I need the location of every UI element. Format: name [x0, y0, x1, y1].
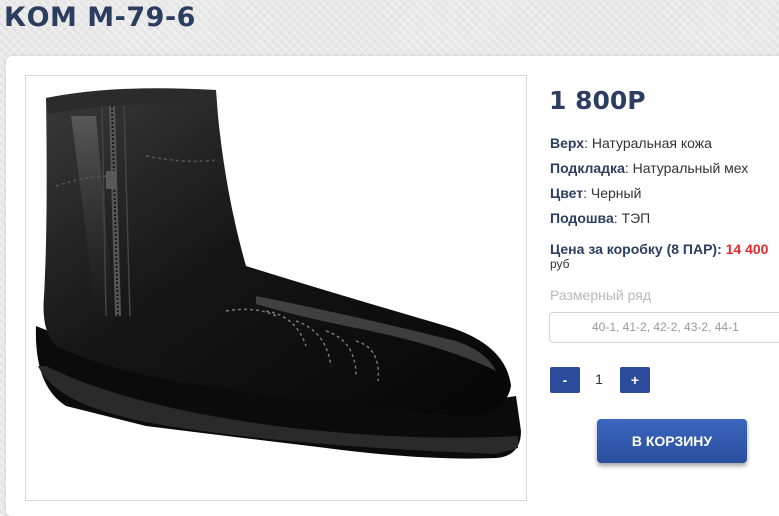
box-price-amount: 14 400	[725, 241, 769, 257]
box-price-currency: руб	[550, 257, 570, 271]
product-price: 1 800Р	[549, 86, 646, 115]
add-to-cart-button[interactable]: В КОРЗИНУ	[597, 419, 747, 463]
spec-value: : Натуральная кожа	[584, 135, 712, 151]
size-range-value: 40-1, 41-2, 42-2, 43-2, 44-1	[592, 320, 739, 334]
spec-label: Подошва	[550, 210, 614, 226]
quantity-plus-button[interactable]: +	[620, 367, 650, 393]
product-image[interactable]	[25, 75, 527, 501]
box-price: Цена за коробку (8 ПАР): 14 400	[550, 241, 768, 257]
size-range-label: Размерный ряд	[550, 287, 652, 303]
spec-value: : Черный	[583, 185, 642, 201]
product-title: КОМ М-79-6	[4, 2, 196, 33]
spec-value: : Натуральный мех	[624, 160, 749, 176]
spec-lining: Подкладка: Натуральный мех	[550, 160, 748, 176]
spec-label: Верх	[550, 135, 585, 151]
spec-label: Подкладка	[550, 160, 625, 176]
spec-label: Цвет	[550, 185, 584, 201]
spec-value: : ТЭП	[613, 210, 651, 226]
quantity-minus-button[interactable]: -	[550, 367, 580, 393]
spec-color: Цвет: Черный	[550, 185, 641, 201]
size-range-select[interactable]: 40-1, 41-2, 42-2, 43-2, 44-1	[549, 312, 779, 343]
box-price-label: Цена за коробку (8 ПАР):	[550, 241, 726, 257]
spec-sole: Подошва: ТЭП	[550, 210, 650, 226]
boot-photo-icon	[35, 88, 521, 459]
quantity-input[interactable]: 1	[588, 371, 610, 387]
spec-upper: Верх: Натуральная кожа	[550, 135, 712, 151]
